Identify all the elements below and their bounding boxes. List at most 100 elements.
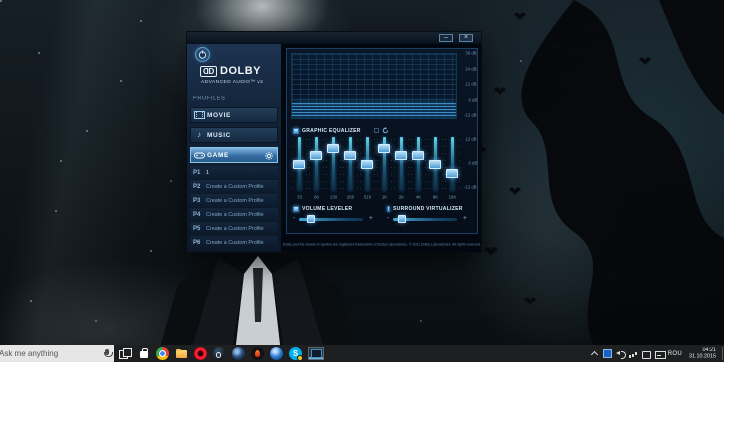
custom-profile-row[interactable]: P6 Create a Custom Profile [190,236,278,250]
surround-virtualizer-thumb[interactable] [398,215,407,223]
audio-content-panel: 36 dB 24 dB 12 dB 0 dB -12 dB GRAPHIC EQUALI… [282,44,481,252]
eq-slider-thumb[interactable] [327,143,339,153]
custom-profile-key: P4 [193,211,201,218]
custom-profile-row[interactable]: P4 Create a Custom Profile [190,208,278,222]
eq-slider-thumb[interactable] [344,150,356,160]
show-desktop-button[interactable] [722,347,723,360]
eq-slider-track[interactable] [451,137,454,191]
eq-slider-track[interactable] [400,137,403,191]
window-titlebar[interactable]: – × [187,32,481,44]
profile-item-music[interactable]: ♪ MUSIC [190,127,278,143]
custom-profile-key: P1 [193,169,201,176]
eq-slider-thumb[interactable] [310,150,322,160]
surround-virtualizer-checkbox[interactable] [387,206,390,212]
minimize-button[interactable]: – [439,34,453,42]
volume-leveler-slider[interactable]: - + [293,215,373,223]
volume-leveler-label: VOLUME LEVELER [302,206,353,212]
reset-icon[interactable] [382,127,389,134]
double-d-icon: DD [200,65,217,77]
power-button[interactable] [195,47,210,62]
custom-profile-key: P2 [193,183,201,190]
custom-profile-label: Create a Custom Profile [206,211,264,218]
equalizer-scale: 12 dB 0 dB -12 dB [455,137,477,191]
custom-profile-key: P3 [193,197,201,204]
eq-band-freq-label: 8K [432,195,439,201]
eq-slider-thumb[interactable] [429,159,441,169]
file-explorer-icon[interactable] [175,347,188,360]
taskbar-app-icons: S [118,347,324,361]
eq-band-freq-label: 2K [398,195,405,201]
custom-profile-row[interactable]: P2 Create a Custom Profile [190,180,278,194]
equalizer-title: GRAPHIC EQUALIZER [302,127,361,134]
eq-slider-thumb[interactable] [293,159,305,169]
eq-band: 130 [325,137,342,209]
profiles-header: PROFILES [193,96,226,102]
eq-band: 66 [308,137,325,209]
eq-band-freq-label: 33 [297,195,302,201]
profile-item-movie[interactable]: MOVIE [190,107,278,123]
close-button[interactable]: × [459,34,473,42]
search-input[interactable] [0,349,99,358]
eq-band: 8K [427,137,444,209]
volume-leveler-thumb[interactable] [306,215,315,223]
eq-band: 2K [393,137,410,209]
eq-band-freq-label: 4K [415,195,422,201]
profile-item-game-selected[interactable]: GAME [190,147,278,163]
custom-profile-key: P6 [193,239,201,246]
profile-label: MUSIC [207,131,231,139]
custom-profile-label: Create a Custom Profile [206,239,264,246]
task-view-icon[interactable] [118,347,132,360]
globe-browser-icon[interactable] [232,347,245,360]
profiles-sidebar: DD DOLBY ADVANCED AUDIO™ v2 PROFILES MOV… [187,44,282,252]
store-icon[interactable] [137,347,150,360]
opera-icon[interactable] [194,347,207,360]
eq-slider-thumb[interactable] [395,150,407,160]
steam-icon[interactable] [213,347,226,360]
snow-particles [0,0,2,2]
skype-icon[interactable]: S [289,347,303,361]
graph-scale-label: 24 dB [465,67,477,72]
custom-profile-row[interactable]: P5 Create a Custom Profile [190,222,278,236]
custom-profile-label: Create a Custom Profile [206,183,264,190]
blue-app-icon[interactable] [270,347,283,360]
volume-icon[interactable] [615,349,626,359]
surround-virtualizer-slider[interactable]: - + [387,215,467,223]
touch-keyboard-icon[interactable] [654,349,666,359]
eq-slider-track[interactable] [417,137,420,191]
volume-leveler-checkbox[interactable] [293,206,299,212]
system-tray: ROU 04:21 31.10.2015 [590,345,723,362]
language-indicator[interactable]: ROU [668,351,682,357]
custom-profile-label: Create a Custom Profile [206,225,264,232]
hidden-icons-chevron[interactable] [590,349,599,358]
dolby-tray-icon[interactable] [602,349,612,358]
tray-date: 31.10.2015 [688,353,716,359]
tray-icons [590,349,666,359]
network-icon[interactable] [628,349,638,358]
graph-scale-label: 12 dB [465,82,477,88]
search-box[interactable] [0,345,114,362]
graph-scale-label: 0 dB [468,98,477,103]
eq-slider-track[interactable] [315,137,318,191]
gear-icon[interactable] [265,152,273,160]
eq-band-freq-label: 1K [381,195,388,201]
surround-virtualizer-control: SURROUND VIRTUALIZER - + [387,205,475,223]
eq-slider-thumb[interactable] [361,159,373,169]
custom-profile-row[interactable]: P3 Create a Custom Profile [190,194,278,208]
brand-name: DOLBY [220,65,261,77]
eq-band-freq-label: 16K [448,195,457,201]
graph-scale-label: 36 dB [465,51,477,57]
custom-profile-row[interactable]: P1 1 [190,166,278,180]
eq-slider-thumb[interactable] [412,150,424,160]
chrome-icon[interactable] [156,347,169,360]
plus-label: + [368,215,373,222]
equalizer-checkbox[interactable] [293,127,299,134]
flame-app-icon[interactable] [251,347,264,360]
clock[interactable]: 04:21 31.10.2015 [689,348,716,360]
frequency-response-graph [291,53,457,119]
dolby-window-icon[interactable] [308,347,324,360]
microphone-icon[interactable] [103,349,113,357]
preset-icon[interactable] [374,128,380,133]
onedrive-icon[interactable] [642,349,652,359]
eq-slider-track[interactable] [349,137,352,191]
eq-slider-thumb[interactable] [378,143,390,153]
